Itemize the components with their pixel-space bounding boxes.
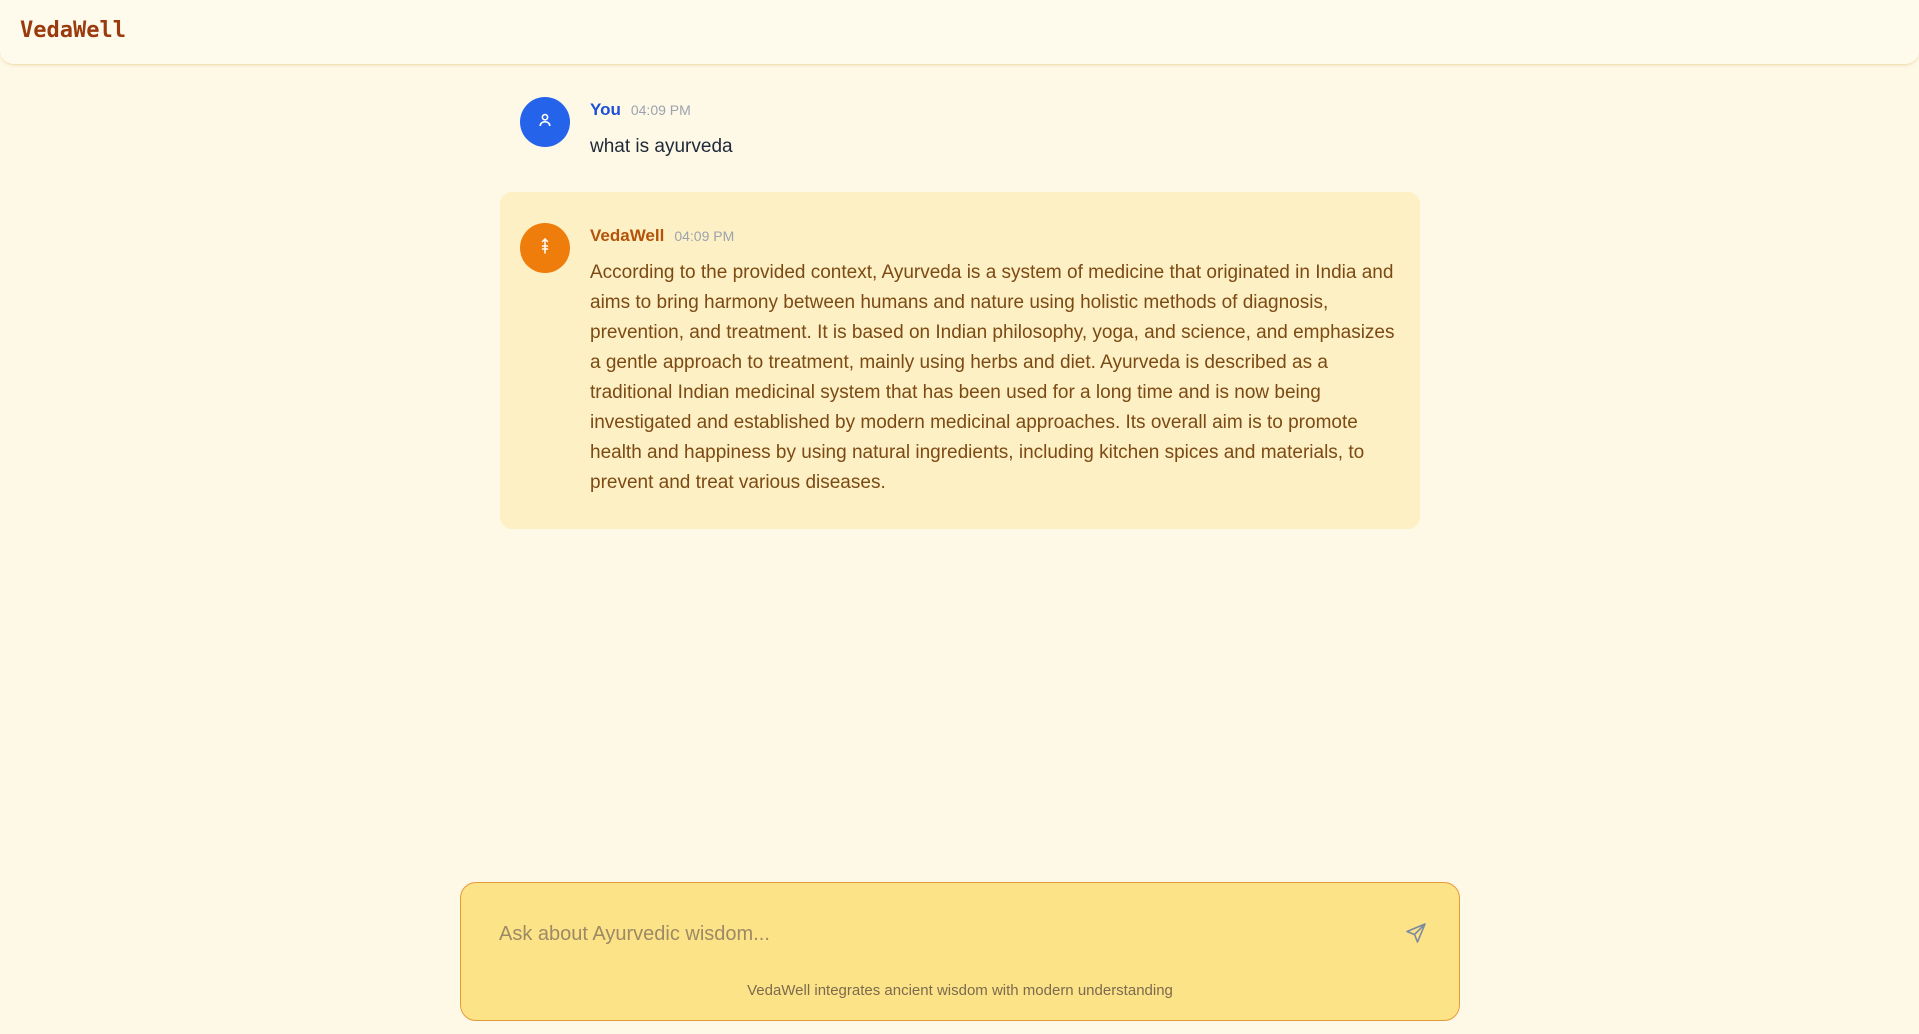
message-text: what is ayurveda	[590, 136, 733, 157]
message-meta: VedaWell 04:09 PM	[590, 226, 734, 246]
app-header: VedaWell	[0, 0, 1919, 65]
composer-footer-note: VedaWell integrates ancient wisdom with …	[747, 982, 1173, 999]
send-button[interactable]	[1401, 919, 1431, 949]
user-avatar	[520, 97, 570, 147]
message-meta: You 04:09 PM	[590, 100, 691, 120]
message-composer: VedaWell integrates ancient wisdom with …	[460, 882, 1460, 1021]
message-time: 04:09 PM	[674, 228, 735, 244]
user-message: You 04:09 PM what is ayurveda	[500, 82, 1420, 172]
sender-name: You	[590, 100, 621, 119]
user-icon	[537, 112, 553, 133]
message-text: According to the provided context, Ayurv…	[590, 262, 1395, 493]
app-logo[interactable]: VedaWell	[20, 18, 126, 43]
staff-icon	[537, 237, 553, 260]
sender-name: VedaWell	[590, 226, 665, 245]
chat-input[interactable]	[499, 916, 1379, 952]
send-icon	[1405, 922, 1427, 947]
assistant-avatar	[520, 223, 570, 273]
assistant-message: VedaWell 04:09 PM According to the provi…	[500, 192, 1420, 529]
message-time: 04:09 PM	[630, 102, 691, 118]
